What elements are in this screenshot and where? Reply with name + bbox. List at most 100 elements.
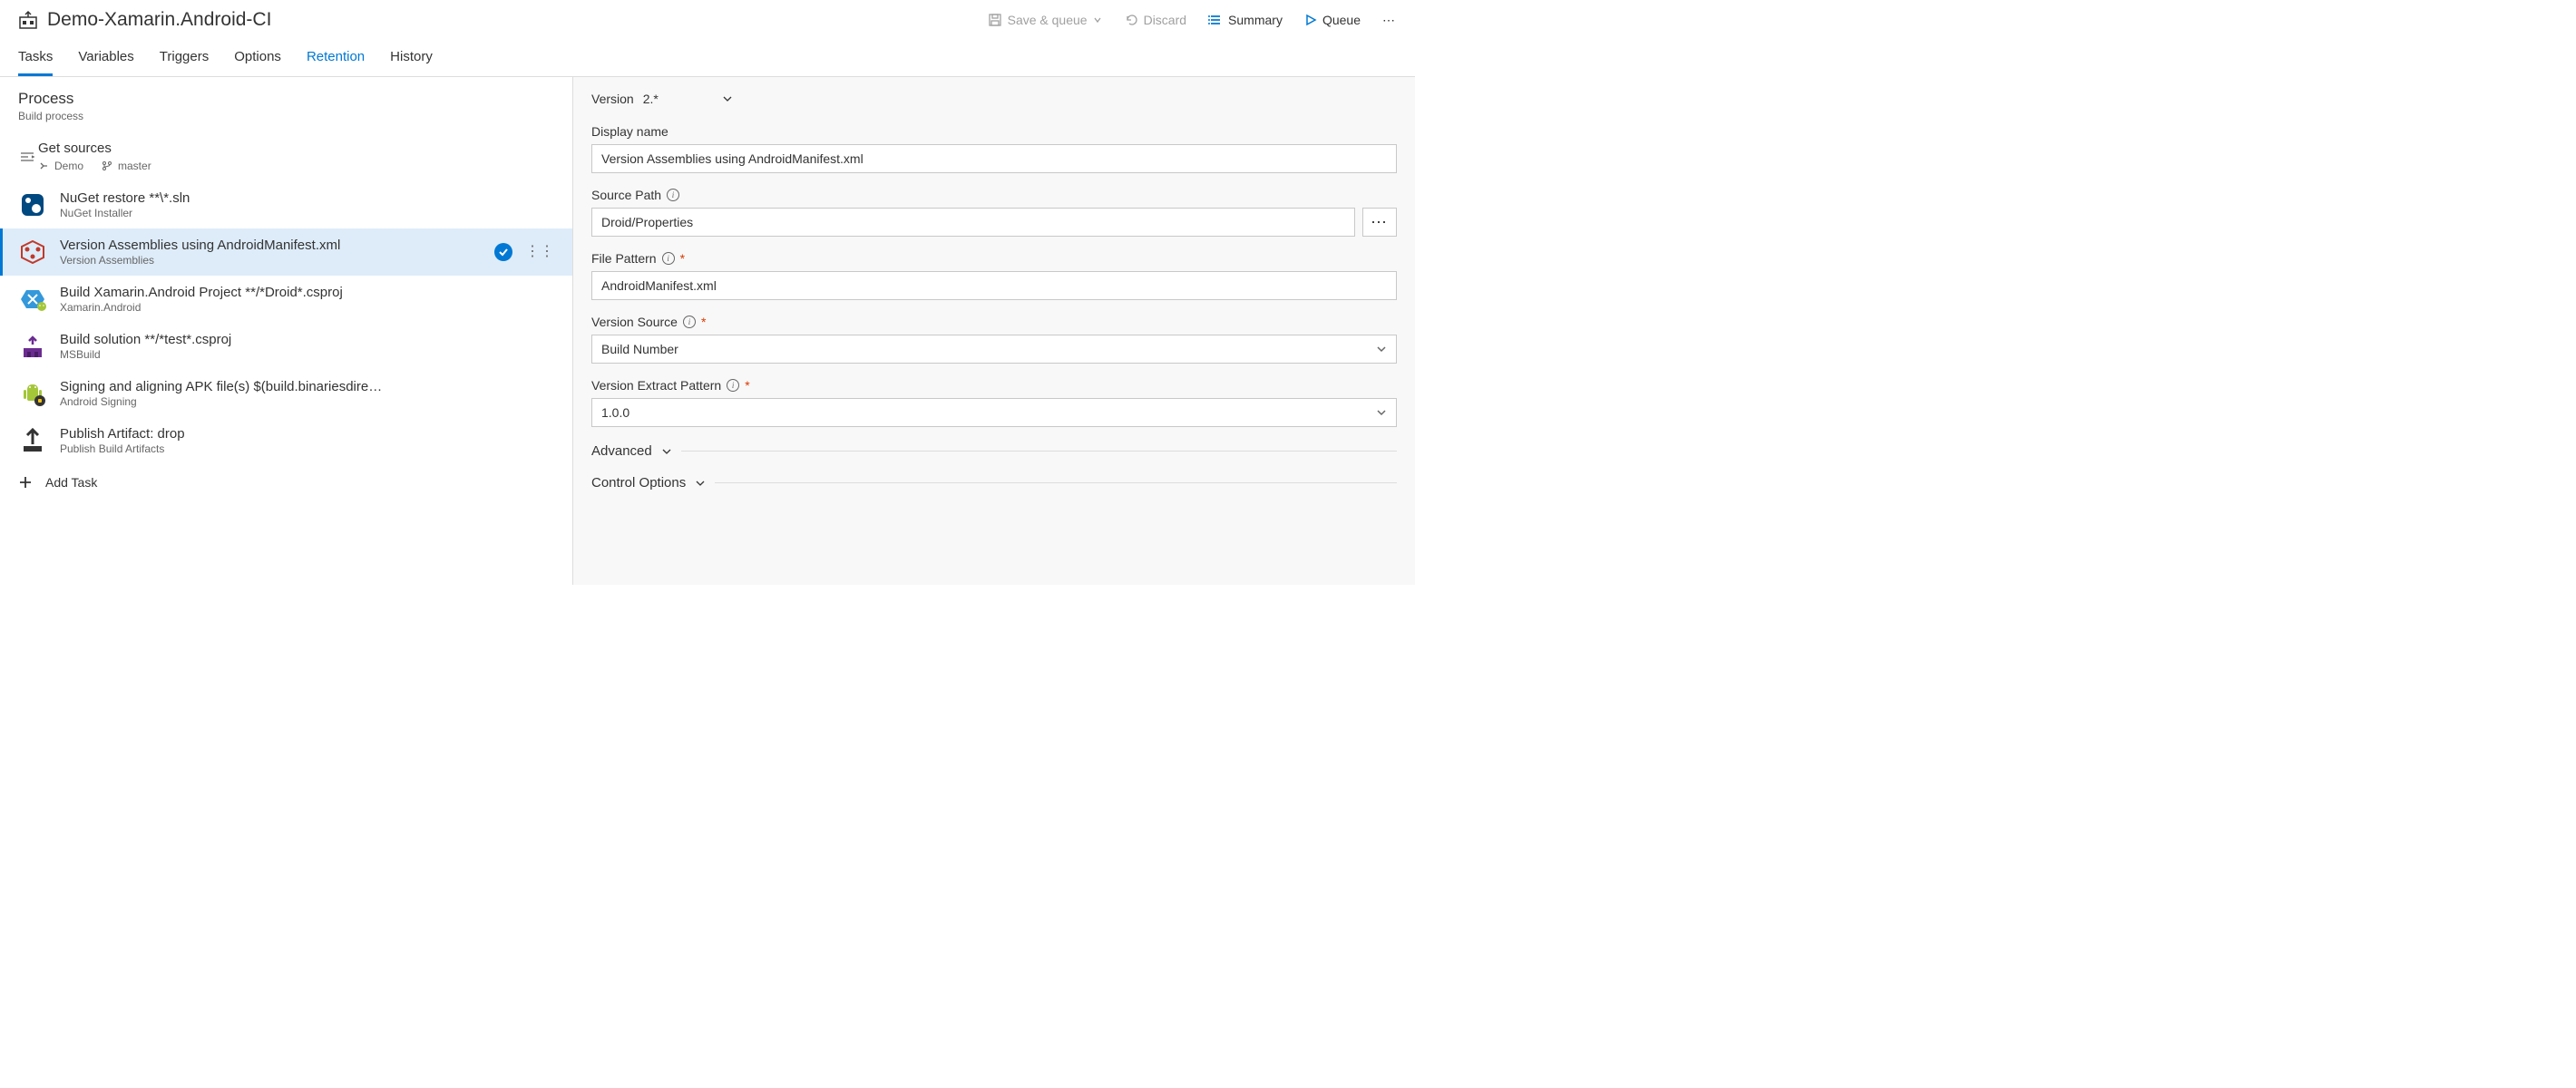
discard-button[interactable]: Discard [1124, 13, 1186, 27]
plus-icon [18, 475, 33, 490]
header-left: Demo-Xamarin.Android-CI [18, 9, 271, 31]
check-badge [494, 243, 512, 261]
branch-name: master [118, 160, 151, 172]
version-selector-row: Version 2.* [591, 92, 1397, 106]
file-pattern-label-text: File Pattern [591, 251, 657, 266]
required-indicator: * [745, 378, 749, 393]
version-source-field: Version Source i * Build Number [591, 315, 1397, 364]
save-queue-label: Save & queue [1008, 13, 1088, 27]
process-sub: Build process [18, 110, 554, 122]
info-icon[interactable]: i [667, 189, 679, 201]
task-text: Version Assemblies using AndroidManifest… [60, 238, 482, 267]
add-task-button[interactable]: Add Task [0, 464, 572, 500]
android-icon [18, 379, 47, 408]
tab-triggers[interactable]: Triggers [160, 40, 209, 76]
task-text: Build solution **/*test*.csproj MSBuild [60, 332, 554, 361]
tab-retention[interactable]: Retention [307, 40, 365, 76]
version-source-select[interactable]: Build Number [591, 335, 1397, 364]
required-indicator: * [680, 251, 685, 266]
divider [715, 482, 1397, 483]
task-xamarin-build[interactable]: Build Xamarin.Android Project **/*Droid*… [0, 276, 572, 323]
task-msbuild[interactable]: Build solution **/*test*.csproj MSBuild [0, 323, 572, 370]
version-source-label: Version Source i * [591, 315, 1397, 329]
task-title: Build solution **/*test*.csproj [60, 332, 554, 347]
save-and-queue-button[interactable]: Save & queue [988, 13, 1102, 27]
info-icon[interactable]: i [662, 252, 675, 265]
more-actions-button[interactable]: ⋯ [1382, 13, 1397, 28]
main: Process Build process Get sources Demo m… [0, 77, 1415, 585]
task-sub: Publish Build Artifacts [60, 442, 554, 455]
process-header[interactable]: Process Build process [0, 77, 572, 131]
tab-options[interactable]: Options [234, 40, 281, 76]
chevron-down-icon [1093, 15, 1102, 24]
queue-button[interactable]: Queue [1304, 13, 1361, 27]
task-sub: Android Signing [60, 395, 554, 408]
display-name-input[interactable] [591, 144, 1397, 173]
task-text: Publish Artifact: drop Publish Build Art… [60, 426, 554, 455]
branch-icon [102, 160, 112, 171]
version-extract-label: Version Extract Pattern i * [591, 378, 1397, 393]
info-icon[interactable]: i [683, 316, 696, 328]
display-name-label: Display name [591, 124, 1397, 139]
advanced-section[interactable]: Advanced [591, 443, 1397, 459]
summary-button[interactable]: Summary [1208, 13, 1283, 27]
version-dropdown[interactable]: 2.* [643, 92, 733, 106]
task-android-signing[interactable]: Signing and aligning APK file(s) $(build… [0, 370, 572, 417]
source-path-row: ⋯ [591, 208, 1397, 237]
file-pattern-input[interactable] [591, 271, 1397, 300]
pipeline-icon [18, 10, 38, 30]
tab-variables[interactable]: Variables [78, 40, 133, 76]
file-pattern-field: File Pattern i * [591, 251, 1397, 300]
tab-tasks[interactable]: Tasks [18, 40, 53, 76]
header: Demo-Xamarin.Android-CI Save & queue Dis… [0, 0, 1415, 40]
control-options-section[interactable]: Control Options [591, 475, 1397, 491]
task-title: Build Xamarin.Android Project **/*Droid*… [60, 285, 554, 300]
discard-label: Discard [1144, 13, 1186, 27]
task-version-assemblies[interactable]: Version Assemblies using AndroidManifest… [0, 228, 572, 276]
pipeline-title: Demo-Xamarin.Android-CI [47, 9, 271, 31]
chevron-down-icon [722, 93, 733, 104]
task-title: Version Assemblies using AndroidManifest… [60, 238, 482, 253]
task-sub: NuGet Installer [60, 207, 554, 219]
sources-icon [13, 142, 42, 171]
browse-button[interactable]: ⋯ [1362, 208, 1397, 237]
version-label: Version [591, 92, 634, 106]
version-source-label-text: Version Source [591, 315, 678, 329]
source-path-input[interactable] [591, 208, 1355, 237]
advanced-label: Advanced [591, 443, 652, 459]
header-actions: Save & queue Discard Summary Queue ⋯ [988, 13, 1397, 28]
task-text: NuGet restore **\*.sln NuGet Installer [60, 190, 554, 219]
version-extract-field: Version Extract Pattern i * 1.0.0 [591, 378, 1397, 427]
task-sub: Xamarin.Android [60, 301, 554, 314]
branch-badge: master [102, 160, 151, 172]
control-options-label: Control Options [591, 475, 686, 491]
task-title: Signing and aligning APK file(s) $(build… [60, 379, 554, 394]
file-pattern-label: File Pattern i * [591, 251, 1397, 266]
add-task-label: Add Task [45, 475, 97, 490]
get-sources-row[interactable]: Get sources Demo master [0, 131, 572, 181]
task-publish-artifact[interactable]: Publish Artifact: drop Publish Build Art… [0, 417, 572, 464]
source-path-field: Source Path i ⋯ [591, 188, 1397, 237]
drag-handle-icon[interactable]: ⋮⋮ [525, 245, 554, 259]
summary-label: Summary [1228, 13, 1283, 27]
task-title: NuGet restore **\*.sln [60, 190, 554, 206]
task-text: Build Xamarin.Android Project **/*Droid*… [60, 285, 554, 314]
info-icon[interactable]: i [727, 379, 739, 392]
source-path-label-text: Source Path [591, 188, 661, 202]
more-icon: ⋯ [1382, 13, 1397, 28]
version-extract-label-text: Version Extract Pattern [591, 378, 721, 393]
chevron-down-icon [661, 446, 672, 457]
required-indicator: * [701, 315, 706, 329]
source-badges: Demo master [38, 160, 554, 172]
version-extract-select[interactable]: 1.0.0 [591, 398, 1397, 427]
repo-badge: Demo [38, 160, 83, 172]
source-path-label: Source Path i [591, 188, 1397, 202]
version-value: 2.* [643, 92, 659, 106]
divider [681, 451, 1397, 452]
display-name-field: Display name [591, 124, 1397, 173]
repo-name: Demo [54, 160, 83, 172]
right-panel: Version 2.* Display name Source Path i ⋯… [573, 77, 1415, 585]
list-icon [1208, 13, 1223, 27]
tab-history[interactable]: History [390, 40, 433, 76]
task-nuget[interactable]: NuGet restore **\*.sln NuGet Installer [0, 181, 572, 228]
